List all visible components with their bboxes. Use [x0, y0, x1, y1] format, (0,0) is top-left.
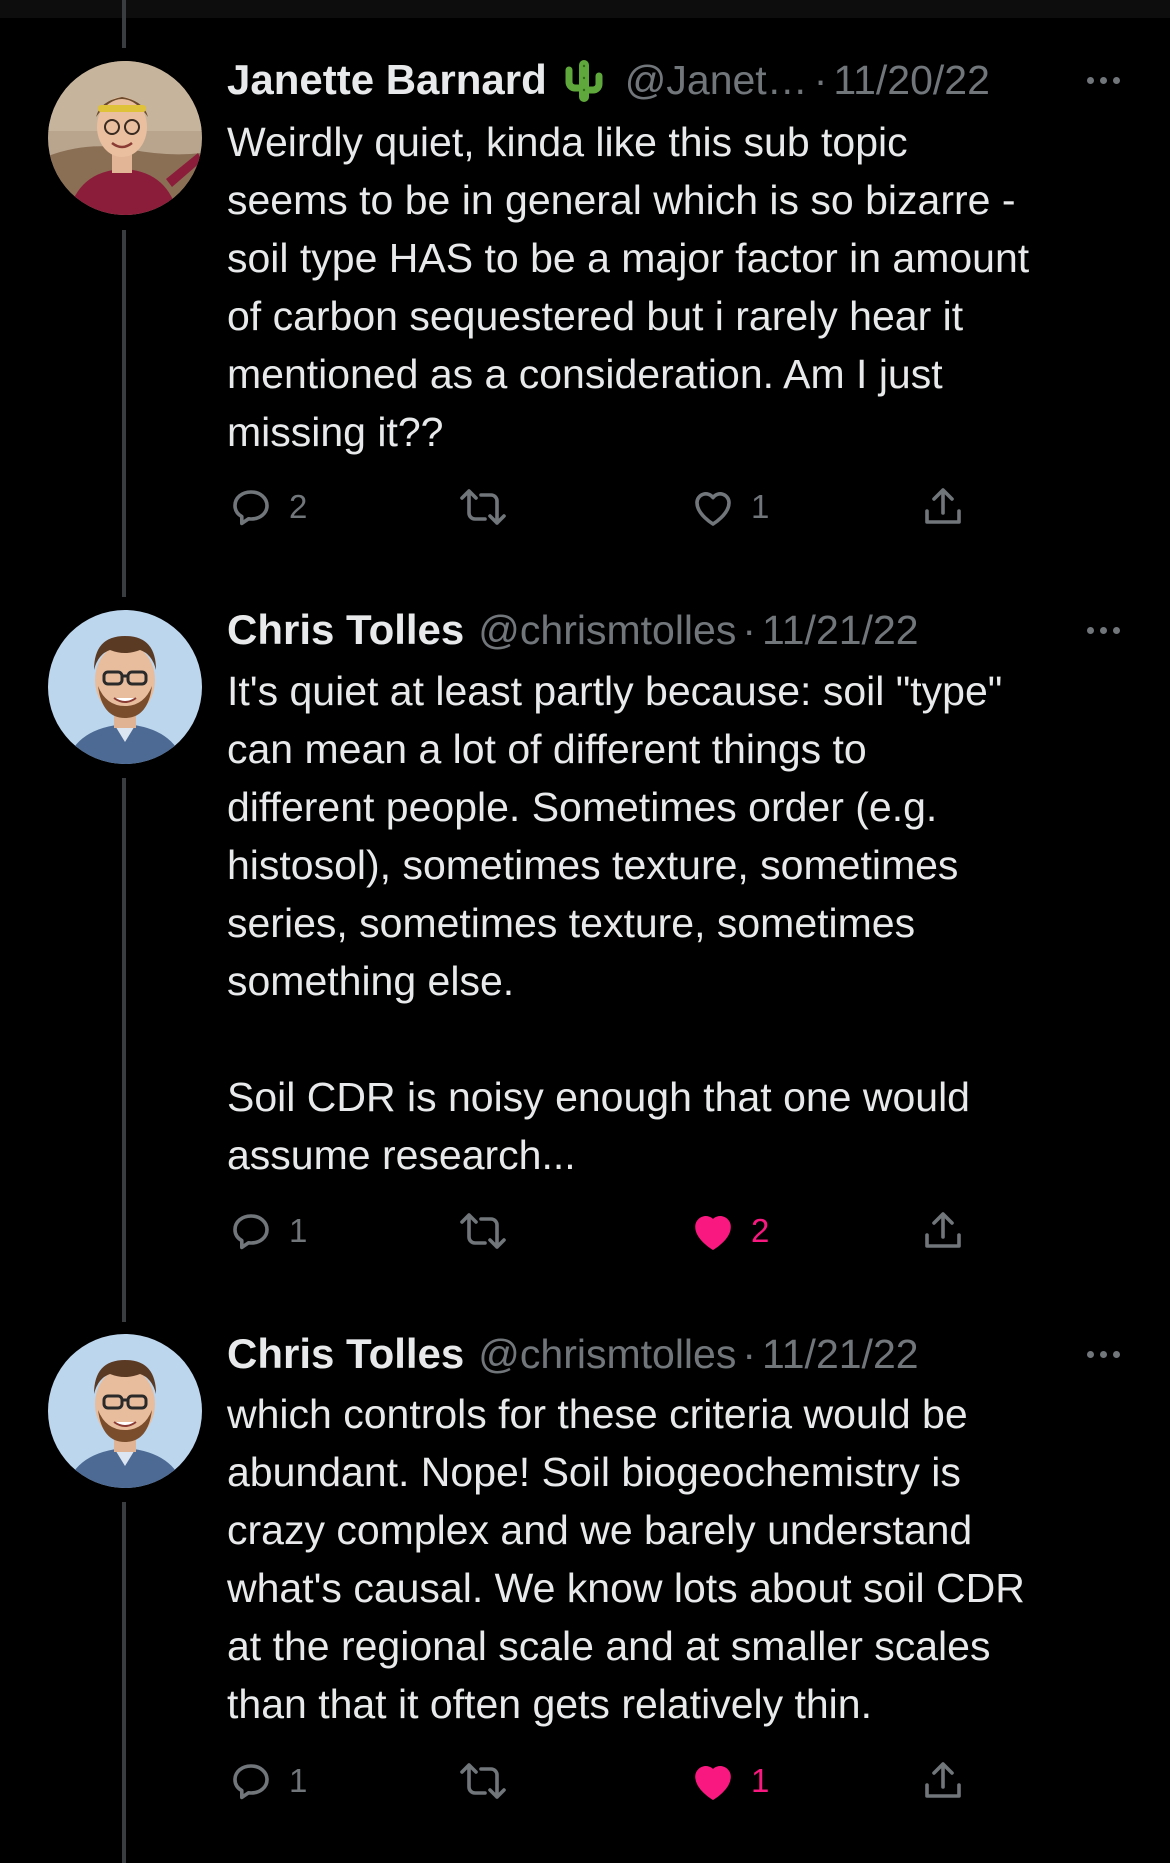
like-count: 2 [751, 1212, 770, 1249]
more-options-icon[interactable] [1087, 50, 1120, 110]
reply-button[interactable]: 1 [227, 1756, 307, 1806]
retweet-button[interactable] [457, 1206, 509, 1256]
retweet-icon [460, 1213, 506, 1249]
tweet-date[interactable]: 11/21/22 [762, 607, 919, 654]
thread-line [122, 1502, 126, 1863]
heart-filled-icon [695, 1216, 731, 1250]
tweet-actions: 2 1 [227, 482, 987, 532]
thread-line [122, 0, 126, 48]
like-button[interactable]: 1 [689, 482, 769, 532]
reply-count: 2 [289, 488, 308, 525]
author-handle[interactable]: @chrismtolles [478, 607, 736, 654]
reply-icon [233, 490, 269, 526]
reply-count: 1 [289, 1762, 308, 1799]
cactus-icon [563, 56, 605, 104]
share-button[interactable] [919, 482, 967, 532]
retweet-button[interactable] [457, 1756, 509, 1806]
tweet-header: Chris Tolles @chrismtolles · 11/21/22 [227, 1324, 1120, 1384]
tweet-header: Janette Barnard @Janet… · 11/20/22 [227, 50, 1120, 110]
thread-line [122, 778, 126, 1322]
retweet-button[interactable] [457, 482, 509, 532]
retweet-icon [460, 489, 506, 525]
reply-count: 1 [289, 1212, 308, 1249]
separator-dot: · [742, 1330, 756, 1377]
like-count: 1 [751, 1762, 770, 1799]
author-name[interactable]: Chris Tolles [227, 1330, 464, 1378]
author-name[interactable]: Chris Tolles [227, 606, 464, 654]
top-strip [0, 0, 1170, 18]
tweet-header: Chris Tolles @chrismtolles · 11/21/22 [227, 600, 1120, 660]
more-options-icon[interactable] [1087, 600, 1120, 660]
tweet-text: which controls for these criteria would … [227, 1391, 1025, 1727]
avatar[interactable] [48, 1334, 202, 1488]
share-button[interactable] [919, 1756, 967, 1806]
share-icon [925, 488, 961, 524]
author-handle[interactable]: @chrismtolles [478, 1331, 736, 1378]
heart-icon [695, 492, 731, 526]
thread-line [122, 230, 126, 597]
share-icon [925, 1762, 961, 1798]
reply-icon [233, 1214, 269, 1250]
share-icon [925, 1212, 961, 1248]
tweet-actions: 1 1 [227, 1756, 987, 1806]
tweet-date[interactable]: 11/20/22 [833, 57, 990, 104]
more-options-icon[interactable] [1087, 1324, 1120, 1384]
avatar[interactable] [48, 610, 202, 764]
like-button[interactable]: 2 [689, 1206, 769, 1256]
avatar[interactable] [48, 61, 202, 215]
tweet-text: Weirdly quiet, kinda like this sub topic… [227, 119, 1030, 455]
separator-dot: · [813, 56, 828, 103]
separator-dot: · [742, 606, 756, 653]
author-name[interactable]: Janette Barnard [227, 56, 547, 104]
tweet-actions: 1 2 [227, 1206, 987, 1256]
tweet-date[interactable]: 11/21/22 [762, 1331, 919, 1378]
reply-button[interactable]: 1 [227, 1206, 307, 1256]
reply-icon [233, 1764, 269, 1800]
reply-button[interactable]: 2 [227, 482, 307, 532]
like-button[interactable]: 1 [689, 1756, 769, 1806]
retweet-icon [460, 1763, 506, 1799]
heart-filled-icon [695, 1766, 731, 1800]
author-handle[interactable]: @Janet… [625, 57, 808, 104]
like-count: 1 [751, 488, 770, 525]
share-button[interactable] [919, 1206, 967, 1256]
tweet-text: It's quiet at least partly because: soil… [227, 668, 1003, 1178]
